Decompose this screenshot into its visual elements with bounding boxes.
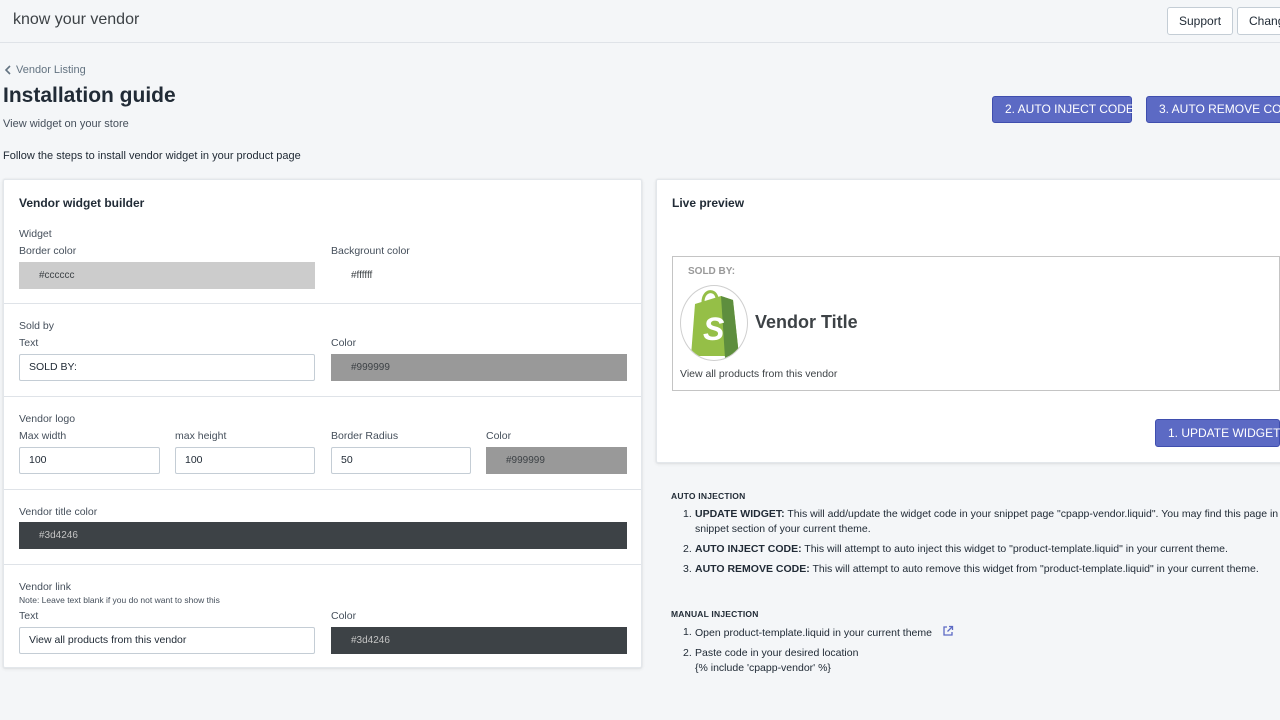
steps-note: Follow the steps to install vendor widge… — [3, 150, 301, 162]
border-color-label: Border color — [19, 245, 77, 257]
manual-injection-info: MANUAL INJECTION 1. Open product-template… — [671, 609, 1280, 681]
shopify-bag-icon: S — [691, 290, 739, 358]
preview-title: Live preview — [672, 196, 745, 210]
border-color-picker[interactable]: #cccccc — [19, 262, 315, 289]
vendor-title-color-label: Vendor title color — [19, 506, 98, 518]
sold-by-section: Sold by Text SOLD BY: Color #999999 — [4, 304, 641, 397]
auto-injection-info: AUTO INJECTION 1. UPDATE WIDGET: This wil… — [671, 491, 1280, 582]
manual-injection-list: 1. Open product-template.liquid in your c… — [671, 625, 1280, 676]
border-radius-label: Border Radius — [331, 430, 399, 442]
list-item: 2. Paste code in your desired location {% … — [683, 647, 859, 674]
vendor-link-color-label: Color — [331, 610, 357, 622]
sold-by-text-label: Text — [19, 337, 39, 349]
vendor-link-text-input[interactable]: View all products from this vendor — [19, 627, 315, 654]
auto-remove-button[interactable]: 3. AUTO REMOVE CODE — [1146, 96, 1280, 123]
sold-by-color-picker[interactable]: #999999 — [331, 354, 627, 381]
list-item: 1. UPDATE WIDGET: This will add/update th… — [683, 508, 1279, 535]
vendor-link-text-label: Text — [19, 610, 39, 622]
sold-by-heading: Sold by — [19, 320, 55, 332]
max-width-label: Max width — [19, 430, 67, 442]
external-link-icon[interactable] — [942, 625, 954, 637]
sold-by-text-input[interactable]: SOLD BY: — [19, 354, 315, 381]
logo-color-label: Color — [486, 430, 512, 442]
top-bar: know your vendor Support Change — [0, 0, 1280, 43]
app-name: know your vendor — [13, 11, 140, 28]
view-widget-link[interactable]: View widget on your store — [3, 118, 129, 130]
auto-injection-heading: AUTO INJECTION — [671, 491, 746, 501]
chevron-left-icon — [4, 65, 11, 75]
max-width-input[interactable]: 100 — [19, 447, 160, 474]
vendor-link-note: Note: Leave text blank if you do not wan… — [19, 595, 220, 605]
auto-injection-list: 1. UPDATE WIDGET: This will add/update th… — [671, 507, 1280, 577]
preview-sold-by: SOLD BY: — [688, 266, 736, 277]
vendor-title-section: Vendor title color #3d4246 — [4, 490, 641, 565]
background-color-picker[interactable]: #ffffff — [331, 262, 627, 289]
breadcrumb-label[interactable]: Vendor Listing — [16, 64, 86, 76]
border-radius-input[interactable]: 50 — [331, 447, 471, 474]
change-button[interactable]: Change — [1237, 7, 1280, 35]
list-item: 1. Open product-template.liquid in your c… — [671, 625, 1280, 641]
vendor-link-heading: Vendor link — [19, 581, 71, 593]
vendor-logo: S — [680, 285, 748, 361]
max-height-label: max height — [175, 430, 227, 442]
svg-text:S: S — [703, 311, 725, 347]
background-color-label: Backgrount color — [331, 245, 410, 257]
vendor-link-section: Vendor link Note: Leave text blank if yo… — [4, 565, 641, 669]
include-code: {% include 'cpapp-vendor' %} — [695, 662, 831, 674]
vendor-logo-section: Vendor logo Max width 100 max height 100… — [4, 397, 641, 490]
vendor-title-color-picker[interactable]: #3d4246 — [19, 522, 627, 549]
widget-preview: SOLD BY: S Vendor Title View all product… — [672, 256, 1280, 391]
live-preview-card: Live preview SOLD BY: S Vendor Title Vie… — [656, 179, 1280, 463]
preview-vendor-title: Vendor Title — [755, 312, 858, 332]
sold-by-color-label: Color — [331, 337, 357, 349]
list-item: 3. AUTO REMOVE CODE: This will attempt to… — [683, 563, 1259, 575]
widget-heading: Widget — [19, 228, 52, 240]
manual-injection-heading: MANUAL INJECTION — [671, 609, 759, 619]
max-height-input[interactable]: 100 — [175, 447, 315, 474]
logo-color-picker[interactable]: #999999 — [486, 447, 627, 474]
update-widget-button[interactable]: 1. UPDATE WIDGET — [1155, 419, 1280, 447]
widget-section: Widget Border color #cccccc Backgrount c… — [4, 180, 641, 304]
page-title: Installation guide — [3, 84, 176, 107]
vendor-link-color-picker[interactable]: #3d4246 — [331, 627, 627, 654]
support-button[interactable]: Support — [1167, 7, 1234, 35]
list-item: 2. AUTO INJECT CODE: This will attempt to… — [683, 543, 1228, 555]
auto-inject-button[interactable]: 2. AUTO INJECT CODE — [992, 96, 1134, 123]
breadcrumb[interactable]: Vendor Listing — [4, 64, 86, 76]
vendor-logo-heading: Vendor logo — [19, 413, 76, 425]
preview-vendor-link[interactable]: View all products from this vendor — [680, 368, 837, 380]
widget-builder-card: Vendor widget builder Widget Border colo… — [3, 179, 642, 668]
